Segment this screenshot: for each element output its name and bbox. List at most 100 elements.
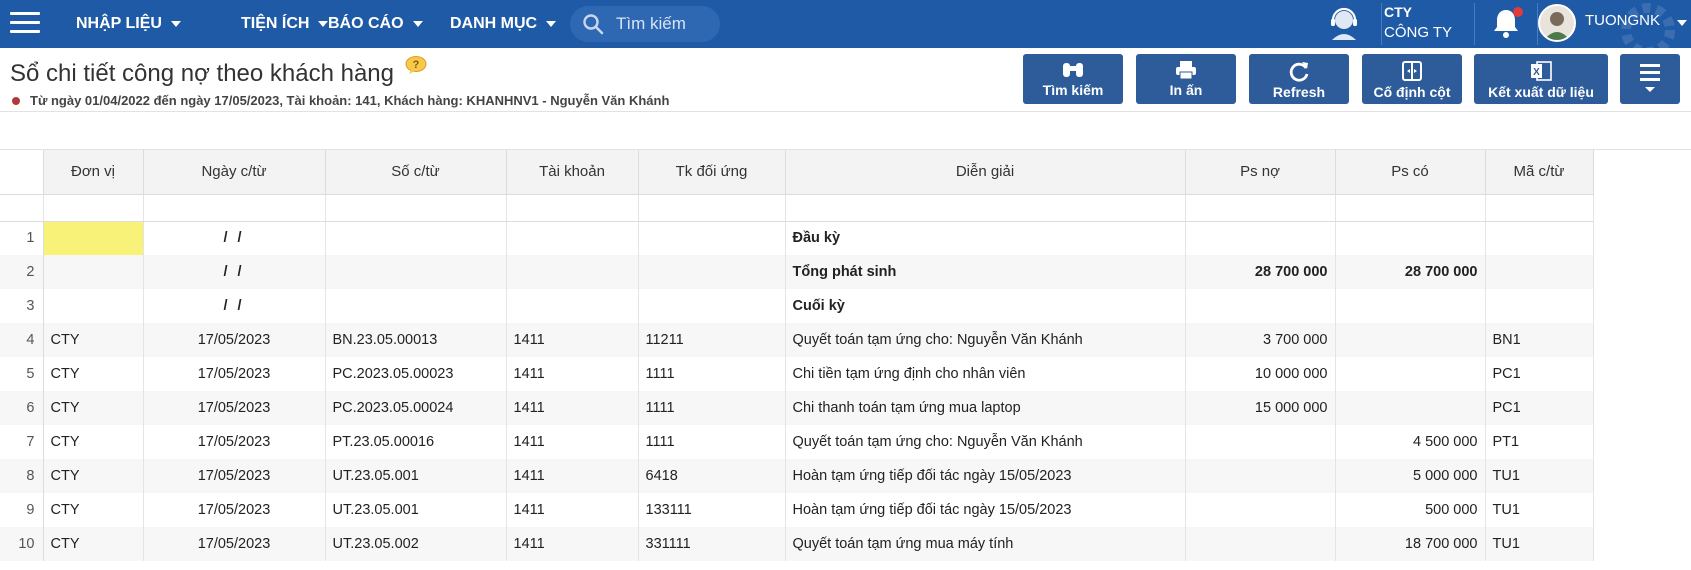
column-header[interactable]: Tk đối ứng (638, 150, 786, 195)
table-row[interactable]: 4 CTY 17/05/2023 BN.23.05.00013 1411 11211 Quy… (0, 323, 1594, 357)
hamburger-menu-icon[interactable] (10, 12, 40, 36)
cell-dv[interactable]: CTY (43, 391, 144, 425)
column-header[interactable]: Ngày c/từ (143, 150, 326, 195)
cell-dg[interactable]: Chi thanh toán tạm ứng mua laptop (785, 391, 1186, 425)
cell-tkdu[interactable]: 1111 (638, 425, 786, 459)
cell-so[interactable]: UT.23.05.001 (325, 459, 507, 493)
cell-so[interactable]: UT.23.05.001 (325, 493, 507, 527)
company-selector[interactable]: CTY CÔNG TY (1381, 3, 1475, 45)
menu-danh-muc[interactable]: DANH MỤC (450, 0, 557, 48)
cell-dg[interactable]: Hoàn tạm ứng tiếp đối tác ngày 15/05/202… (785, 459, 1186, 493)
cell-ngay[interactable]: 17/05/2023 (143, 459, 326, 493)
cell-tkdu[interactable] (638, 255, 786, 289)
cell-no[interactable]: 15 000 000 (1185, 391, 1336, 425)
cell-tkdu[interactable]: 6418 (638, 459, 786, 493)
avatar[interactable] (1538, 4, 1576, 42)
cell-co[interactable] (1335, 221, 1486, 255)
table-row[interactable]: 2/ / Tổng phát sinh 28 700 000 28 700 000 (0, 255, 1594, 289)
cell-co[interactable]: 28 700 000 (1335, 255, 1486, 289)
cell-tk[interactable]: 1411 (506, 425, 639, 459)
freeze-columns-button[interactable]: Cố định cột (1362, 54, 1462, 104)
cell-tk[interactable] (506, 289, 639, 323)
cell-no[interactable] (1185, 527, 1336, 561)
cell-ma[interactable] (1485, 289, 1594, 323)
cell-dv[interactable]: CTY (43, 323, 144, 357)
cell-tkdu[interactable] (638, 221, 786, 255)
cell-tkdu[interactable] (638, 289, 786, 323)
table-row[interactable]: 8 CTY 17/05/2023 UT.23.05.001 1411 6418 Hoàn t… (0, 459, 1594, 493)
cell-dg[interactable]: Quyết toán tạm ứng cho: Nguyễn Văn Khánh (785, 425, 1186, 459)
cell-so[interactable] (325, 221, 507, 255)
support-agent-icon[interactable] (1326, 6, 1362, 42)
cell-co[interactable] (1335, 323, 1486, 357)
cell-co[interactable] (1335, 289, 1486, 323)
table-row[interactable]: 3 / / Cuối kỳ (0, 289, 1594, 323)
cell-tk[interactable]: 1411 (506, 323, 639, 357)
cell-dv[interactable]: CTY (43, 459, 144, 493)
cell-tk[interactable]: 1411 (506, 493, 639, 527)
cell-dv[interactable]: CTY (43, 527, 144, 561)
chevron-down-icon[interactable] (1677, 20, 1687, 26)
refresh-button[interactable]: Refresh (1249, 54, 1349, 104)
cell-so[interactable]: UT.23.05.002 (325, 527, 507, 561)
column-header[interactable]: Số c/từ (325, 150, 507, 195)
cell-ma[interactable]: BN1 (1485, 323, 1594, 357)
cell-ma[interactable]: PT1 (1485, 425, 1594, 459)
cell-ma[interactable] (1485, 255, 1594, 289)
cell-tkdu[interactable]: 1111 (638, 357, 786, 391)
table-row[interactable]: 10 CTY 17/05/2023 UT.23.05.002 1411 331111 Quy… (0, 527, 1594, 561)
cell-dv[interactable]: CTY (43, 493, 144, 527)
filter-cell[interactable] (325, 194, 507, 222)
filter-cell[interactable] (143, 194, 326, 222)
filter-cell[interactable] (43, 194, 144, 222)
cell-so[interactable]: BN.23.05.00013 (325, 323, 507, 357)
cell-so[interactable] (325, 289, 507, 323)
filter-cell[interactable] (1335, 194, 1486, 222)
cell-ngay[interactable]: 17/05/2023 (143, 391, 326, 425)
cell-no[interactable] (1185, 221, 1336, 255)
more-options-button[interactable] (1620, 54, 1680, 104)
cell-tk[interactable]: 1411 (506, 391, 639, 425)
filter-cell[interactable] (638, 194, 786, 222)
table-row[interactable]: 7 CTY 17/05/2023 PT.23.05.00016 1411 1111 Quyế… (0, 425, 1594, 459)
cell-tkdu[interactable]: 133111 (638, 493, 786, 527)
column-header[interactable]: Ps nợ (1185, 150, 1336, 195)
print-button[interactable]: In ấn (1136, 54, 1236, 104)
menu-nhap-lieu[interactable]: NHẬP LIỆU (76, 0, 181, 48)
cell-dg[interactable]: Hoàn tạm ứng tiếp đối tác ngày 15/05/202… (785, 493, 1186, 527)
cell-dv[interactable] (43, 289, 144, 323)
cell-tkdu[interactable]: 11211 (638, 323, 786, 357)
column-header[interactable]: Ps có (1335, 150, 1486, 195)
cell-ma[interactable]: PC1 (1485, 391, 1594, 425)
cell-ma[interactable]: TU1 (1485, 459, 1594, 493)
username[interactable]: TUONGNK (1585, 12, 1660, 29)
cell-co[interactable] (1335, 391, 1486, 425)
export-data-button[interactable]: X Kết xuất dữ liệu (1474, 54, 1608, 104)
table-row[interactable]: 1 / / Đầu kỳ (0, 221, 1594, 255)
cell-dg[interactable]: Đầu kỳ (785, 221, 1186, 255)
search-button[interactable]: Tìm kiếm (1023, 54, 1123, 104)
cell-ngay[interactable]: 17/05/2023 (143, 493, 326, 527)
table-row[interactable]: 5 CTY 17/05/2023 PC.2023.05.00023 1411 1111 Ch… (0, 357, 1594, 391)
cell-tkdu[interactable]: 331111 (638, 527, 786, 561)
cell-tk[interactable] (506, 221, 639, 255)
cell-no[interactable] (1185, 493, 1336, 527)
cell-dg[interactable]: Cuối kỳ (785, 289, 1186, 323)
column-header[interactable]: Đơn vị (43, 150, 144, 195)
filter-cell[interactable] (785, 194, 1186, 222)
search-input[interactable]: Tìm kiếm (570, 6, 720, 42)
cell-dv[interactable]: CTY (43, 425, 144, 459)
filter-cell[interactable] (1485, 194, 1594, 222)
cell-tk[interactable] (506, 255, 639, 289)
cell-co[interactable]: 5 000 000 (1335, 459, 1486, 493)
cell-tk[interactable]: 1411 (506, 527, 639, 561)
cell-dg[interactable]: Chi tiền tạm ứng định cho nhân viên (785, 357, 1186, 391)
column-header[interactable]: Tài khoản (506, 150, 639, 195)
cell-ngay[interactable]: / / (143, 221, 326, 255)
filter-cell[interactable] (506, 194, 639, 222)
cell-so[interactable] (325, 255, 507, 289)
cell-no[interactable] (1185, 459, 1336, 493)
cell-dv[interactable] (43, 255, 144, 289)
table-row[interactable]: 9 CTY 17/05/2023 UT.23.05.001 1411 133111 Hoàn… (0, 493, 1594, 527)
cell-co[interactable]: 4 500 000 (1335, 425, 1486, 459)
